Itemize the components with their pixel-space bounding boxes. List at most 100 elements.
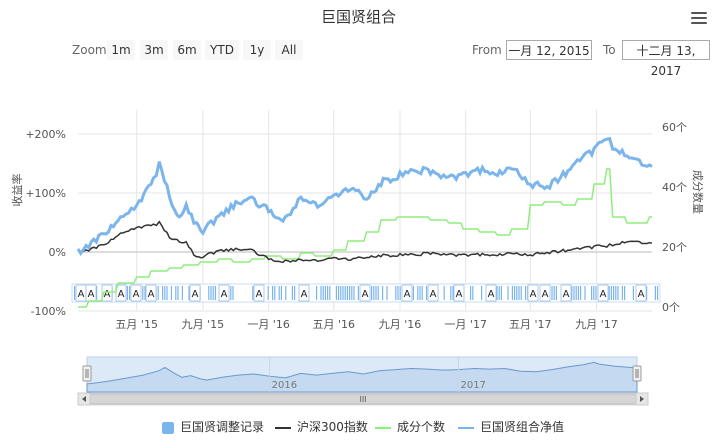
adjustment-record-marker	[294, 286, 296, 300]
adjustment-record-marker	[351, 286, 353, 300]
adjustment-record-marker	[267, 286, 269, 300]
adjustment-record-marker	[181, 286, 183, 300]
grid-lines	[78, 110, 652, 312]
navigator-right-handle	[632, 365, 642, 382]
legend-line-icon	[275, 426, 291, 429]
adjustment-flag-label: A	[256, 289, 263, 300]
adjustment-flag-label: A	[404, 289, 411, 300]
adjustment-record-marker	[617, 286, 619, 300]
adjustment-flag-label: A	[542, 289, 549, 300]
adjustment-record-marker	[375, 286, 377, 300]
adjustment-record-marker	[126, 286, 128, 300]
adjustment-record-marker	[518, 286, 520, 300]
legend-adjustment-records[interactable]: 巨国贤调整记录	[162, 420, 264, 434]
y-left-tick-label: +100%	[25, 187, 66, 200]
adjustment-record-marker	[608, 286, 610, 300]
adjustment-flag-label: A	[456, 289, 463, 300]
scrollbar-grip: III	[359, 395, 366, 404]
adjustment-record-marker	[382, 286, 384, 300]
adjustment-record-marker	[500, 286, 502, 300]
adjustment-record-marker	[421, 286, 423, 300]
adjustment-record-marker	[511, 286, 513, 300]
adjustment-record-marker	[285, 286, 287, 300]
adjustment-record-marker	[577, 286, 579, 300]
navigator[interactable]: 2016 2017 III	[77, 356, 649, 406]
adjustment-record-marker	[573, 286, 575, 300]
adjustment-record-marker	[162, 286, 164, 300]
adjustment-record-marker	[399, 286, 401, 300]
adjustment-record-marker	[349, 286, 351, 300]
adjustment-record-marker	[144, 286, 146, 300]
legend-label: 沪深300指数	[297, 420, 368, 434]
y-left-tick-label: 0%	[49, 246, 66, 259]
adjustment-flag-label: A	[88, 289, 95, 300]
adjustment-record-marker	[395, 286, 397, 300]
adjustment-flag-label: A	[488, 289, 495, 300]
x-tick-label: 五月 '15	[115, 318, 158, 331]
adjustment-record-marker	[417, 286, 419, 300]
adjustment-record-marker	[555, 286, 557, 300]
y-left-tick-label: +200%	[25, 128, 66, 141]
adjustment-record-marker	[157, 286, 159, 300]
adjustment-record-marker	[74, 286, 76, 300]
adjustment-record-marker	[426, 286, 428, 300]
y-left-axis-title: 收益率	[10, 174, 24, 207]
adjustment-record-marker	[210, 286, 212, 300]
adjustment-record-marker	[610, 286, 612, 300]
x-tick-label: 九月 '17	[575, 318, 618, 331]
legend-portfolio-nav[interactable]: 巨国贤组合净值	[458, 420, 564, 434]
adjustment-record-marker	[397, 286, 399, 300]
adjustment-flag-label: A	[600, 289, 607, 300]
adjustment-record-marker	[316, 286, 318, 300]
legend-component-count[interactable]: 成分个数	[375, 420, 445, 434]
series-line-hs300	[77, 220, 653, 264]
adjustment-record-marker	[584, 286, 586, 300]
x-tick-label: 五月 '16	[313, 318, 356, 331]
adjustment-record-marker	[525, 286, 527, 300]
adjustment-record-marker	[327, 286, 329, 300]
adjustment-record-marker	[252, 286, 254, 300]
adjustment-record-marker	[551, 286, 553, 300]
adjustment-record-marker	[357, 286, 359, 300]
adjustment-flag-label: A	[362, 289, 369, 300]
adjustment-flag-label: A	[221, 289, 228, 300]
adjustment-record-marker	[472, 286, 474, 300]
adjustment-record-marker	[175, 286, 177, 300]
y-left-tick-label: -100%	[31, 305, 66, 318]
adjustment-record-marker	[232, 286, 234, 300]
x-tick-label: 九月 '16	[379, 318, 422, 331]
adjustment-record-marker	[507, 286, 509, 300]
adjustment-record-marker	[335, 286, 337, 300]
adjustment-record-marker	[621, 286, 623, 300]
x-tick-label: 五月 '17	[509, 318, 552, 331]
adjustment-record-marker	[654, 286, 656, 300]
adjustment-record-marker	[419, 286, 421, 300]
adjustment-record-marker	[443, 286, 445, 300]
adjustment-record-marker	[615, 286, 617, 300]
adjustment-record-marker	[142, 286, 144, 300]
adjustment-record-marker	[498, 286, 500, 300]
legend-hs300[interactable]: 沪深300指数	[275, 420, 368, 434]
adjustment-record-marker	[624, 286, 626, 300]
x-tick-label: 九月 '15	[182, 318, 225, 331]
adjustment-record-marker	[386, 286, 388, 300]
adjustment-record-marker	[340, 286, 342, 300]
adjustment-record-marker	[208, 286, 210, 300]
adjustment-flag-label: A	[563, 289, 570, 300]
adjustment-flag-label: A	[430, 289, 437, 300]
legend-line-icon	[458, 426, 474, 429]
legend-line-icon	[375, 426, 391, 429]
x-tick-label: 一月 '16	[247, 318, 290, 331]
adjustment-record-marker	[353, 286, 355, 300]
adjustment-record-marker	[450, 286, 452, 300]
adjustment-flag-label: A	[530, 289, 537, 300]
adjustment-record-marker	[613, 286, 615, 300]
adjustment-record-marker	[412, 286, 414, 300]
adjustment-record-marker	[593, 286, 595, 300]
y-right-tick-label: 20个	[662, 241, 687, 254]
adjustment-record-marker	[212, 286, 214, 300]
series-lines	[76, 136, 653, 308]
adjustment-record-marker	[274, 286, 276, 300]
adjustment-record-marker	[553, 286, 555, 300]
adjustment-record-marker	[371, 286, 373, 300]
